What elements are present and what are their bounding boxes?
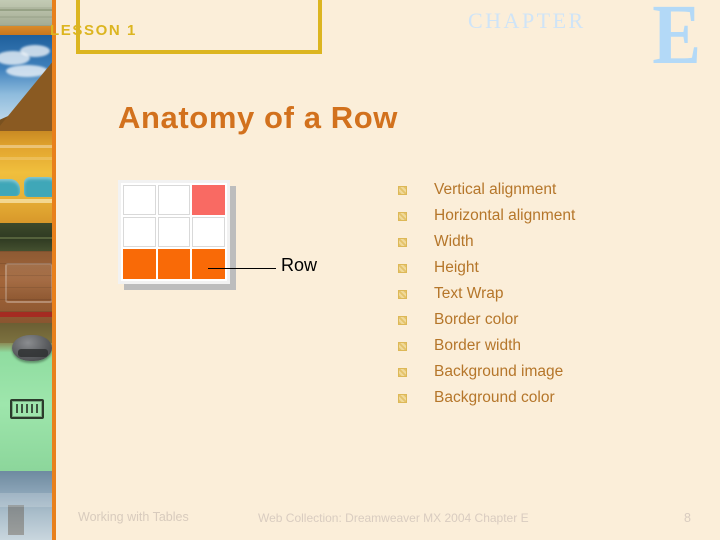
red-stripe-shape: [0, 312, 52, 317]
photo-segment-sky-roof: [0, 35, 52, 131]
square-bullet-icon: [398, 342, 407, 351]
footer-left-text: Working with Tables: [78, 510, 189, 524]
emblem-badge-shape: [10, 399, 44, 419]
attribute-bullet-list: Vertical alignment Horizontal alignment Wi…: [398, 180, 698, 414]
footer-page-number: 8: [684, 511, 691, 525]
table-cell: [123, 217, 156, 247]
table-cell: [192, 185, 225, 215]
photo-segment-yellow-car: [0, 131, 52, 223]
table-diagram: [118, 180, 236, 290]
bar-shape: [8, 505, 24, 535]
photo-segment-blue-bottom: [0, 471, 52, 540]
row-callout-label: Row: [281, 255, 318, 275]
list-item-label: Height: [434, 259, 479, 276]
table-cell: [157, 217, 191, 247]
list-item: Text Wrap: [398, 284, 698, 310]
list-item-label: Vertical alignment: [434, 181, 557, 198]
photo-segment-orange-band: [0, 26, 52, 35]
highlight-streak: [0, 157, 52, 160]
metal-disc-shape: [12, 335, 52, 361]
square-bullet-icon: [398, 290, 407, 299]
list-item-label: Background image: [434, 363, 564, 380]
list-item: Background color: [398, 388, 698, 414]
photo-segment-stone-wall: [0, 0, 52, 26]
presentation-slide: LESSON 1 CHAPTER E Anatomy of a Row Row …: [0, 0, 720, 540]
list-item: Border width: [398, 336, 698, 362]
square-bullet-icon: [398, 212, 407, 221]
photo-segment-brick: [0, 251, 52, 323]
footer-center-text: Web Collection: Dreamweaver MX 2004 Chap…: [258, 511, 529, 525]
square-bullet-icon: [398, 264, 407, 273]
table-cell: [157, 185, 191, 215]
slide-title: Anatomy of a Row: [118, 100, 399, 135]
table-cell: [157, 249, 191, 279]
table-cell: [192, 217, 225, 247]
list-item: Background image: [398, 362, 698, 388]
list-item-label: Border color: [434, 311, 519, 328]
square-bullet-icon: [398, 394, 407, 403]
table-cell: [192, 249, 225, 279]
photo-segment-dark-green: [0, 223, 52, 251]
square-bullet-icon: [398, 238, 407, 247]
decorative-photo-strip: [0, 0, 52, 540]
car-window-shape: [0, 179, 20, 196]
car-window-shape: [24, 177, 52, 197]
callout-connector-line: [208, 268, 276, 269]
vertical-divider-rule: [52, 0, 56, 540]
chrome-trim-shape: [0, 199, 52, 203]
list-item-label: Background color: [434, 389, 555, 406]
highlight-streak: [0, 145, 52, 148]
list-item-label: Horizontal alignment: [434, 207, 576, 224]
list-item: Border color: [398, 310, 698, 336]
table-cell: [123, 249, 156, 279]
lesson-label: LESSON 1: [50, 22, 137, 39]
chapter-watermark-text: CHAPTER: [468, 8, 586, 33]
chapter-watermark-letter: E: [652, 0, 702, 82]
photo-segment-mint-green: [0, 323, 52, 471]
list-item: Width: [398, 232, 698, 258]
list-item-label: Text Wrap: [434, 285, 504, 302]
list-item-label: Width: [434, 233, 474, 250]
table-cell: [123, 185, 156, 215]
square-bullet-icon: [398, 186, 407, 195]
list-item-label: Border width: [434, 337, 522, 354]
square-bullet-icon: [398, 368, 407, 377]
square-bullet-icon: [398, 316, 407, 325]
roof-shape: [0, 55, 52, 131]
list-item: Vertical alignment: [398, 180, 698, 206]
list-item: Horizontal alignment: [398, 206, 698, 232]
panel-shape: [5, 263, 52, 303]
list-item: Height: [398, 258, 698, 284]
